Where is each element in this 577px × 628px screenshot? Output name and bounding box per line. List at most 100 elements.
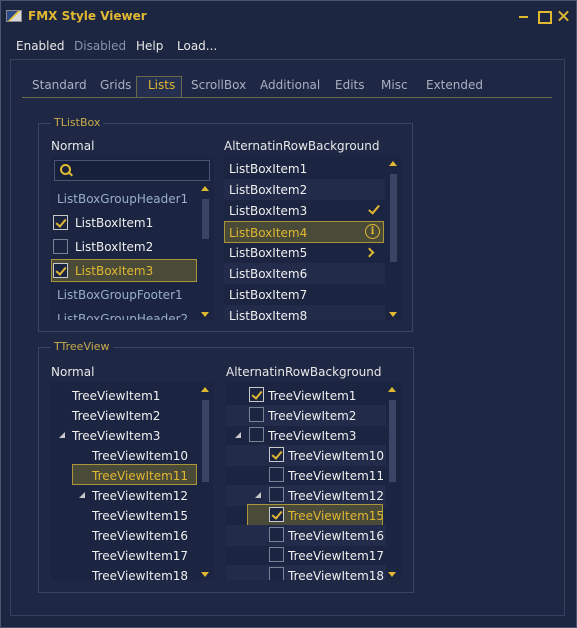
list-item-label: ListBoxItem7 bbox=[229, 288, 308, 302]
title-bar[interactable]: FMX Style Viewer bbox=[1, 1, 576, 33]
tab-scrollbox[interactable]: ScrollBox bbox=[191, 78, 246, 92]
tab-additional[interactable]: Additional bbox=[260, 78, 320, 92]
treeview-alternating[interactable]: TreeViewItem1 TreeViewItem2 TreeViewItem… bbox=[226, 382, 402, 580]
checkbox[interactable] bbox=[53, 263, 68, 278]
menu-enabled[interactable]: Enabled bbox=[16, 39, 65, 53]
tree-item-label: TreeViewItem16 bbox=[288, 529, 385, 543]
search-input[interactable] bbox=[54, 160, 210, 181]
scroll-down-icon[interactable] bbox=[201, 572, 209, 577]
scroll-down-icon[interactable] bbox=[388, 572, 396, 577]
expand-arrow-icon[interactable] bbox=[235, 432, 241, 438]
chevron-right-icon[interactable] bbox=[364, 247, 375, 258]
scroll-thumb[interactable] bbox=[390, 174, 397, 262]
info-icon[interactable]: i bbox=[365, 224, 380, 239]
tree-item[interactable]: TreeViewItem18 bbox=[226, 565, 386, 580]
list-item-label: ListBoxItem2 bbox=[229, 183, 308, 197]
list-item[interactable]: ListBoxItem5 bbox=[224, 242, 385, 263]
menu-disabled[interactable]: Disabled bbox=[74, 39, 126, 53]
tree-item[interactable]: TreeViewItem2 bbox=[51, 405, 199, 426]
checkbox[interactable] bbox=[249, 407, 264, 422]
list-item[interactable]: ListBoxItem8 bbox=[224, 305, 385, 320]
list-item[interactable]: ListBoxGroupHeader1 bbox=[51, 188, 199, 209]
tab-extended[interactable]: Extended bbox=[426, 78, 483, 92]
tree-item[interactable]: TreeViewItem1 bbox=[51, 385, 199, 406]
minimize-icon[interactable] bbox=[517, 9, 531, 23]
checkbox[interactable] bbox=[269, 527, 284, 542]
list-item[interactable]: ListBoxItem2 bbox=[224, 179, 385, 200]
tree-item[interactable]: TreeViewItem1 bbox=[226, 385, 386, 406]
tree-item[interactable]: TreeViewItem16 bbox=[51, 525, 199, 546]
checkbox[interactable] bbox=[269, 547, 284, 562]
list-item[interactable]: ListBoxItem1 bbox=[224, 158, 385, 179]
list-item-label: ListBoxItem5 bbox=[229, 246, 308, 260]
tree-item[interactable]: TreeViewItem10 bbox=[226, 445, 386, 466]
tree-item[interactable]: TreeViewItem17 bbox=[51, 545, 199, 566]
list-item[interactable]: ListBoxGroupHeader2 bbox=[51, 308, 199, 320]
checkbox[interactable] bbox=[53, 215, 68, 230]
list-item[interactable]: ListBoxItem1 bbox=[51, 212, 199, 233]
tree-item[interactable]: TreeViewItem18 bbox=[51, 565, 199, 580]
tab-grids[interactable]: Grids bbox=[100, 78, 131, 92]
scroll-up-icon[interactable] bbox=[388, 387, 396, 392]
scrollbar[interactable] bbox=[387, 158, 400, 320]
checkbox[interactable] bbox=[249, 387, 264, 402]
expand-arrow-icon[interactable] bbox=[79, 492, 85, 498]
list-item[interactable]: ListBoxItem3 bbox=[224, 200, 385, 221]
checkbox[interactable] bbox=[269, 447, 284, 462]
scrollbar[interactable] bbox=[199, 183, 212, 320]
tree-item-label: TreeViewItem1 bbox=[268, 389, 357, 403]
tab-misc[interactable]: Misc bbox=[381, 78, 408, 92]
listbox-alternating[interactable]: ListBoxItem1 ListBoxItem2 ListBoxItem3 L… bbox=[224, 156, 402, 320]
list-item[interactable]: ListBoxItem2 bbox=[51, 236, 199, 257]
scroll-down-icon[interactable] bbox=[201, 312, 209, 317]
scroll-thumb[interactable] bbox=[202, 199, 209, 239]
list-item[interactable]: ListBoxItem7 bbox=[224, 284, 385, 305]
tab-standard[interactable]: Standard bbox=[32, 78, 87, 92]
tree-item[interactable]: TreeViewItem2 bbox=[226, 405, 386, 426]
expand-arrow-icon[interactable] bbox=[59, 432, 65, 438]
list-item-label: ListBoxItem4 bbox=[229, 226, 308, 240]
scroll-up-icon[interactable] bbox=[389, 161, 397, 166]
tree-item[interactable]: TreeViewItem12 bbox=[226, 485, 386, 506]
tree-item[interactable]: TreeViewItem16 bbox=[226, 525, 386, 546]
tree-item-label: TreeViewItem17 bbox=[92, 549, 189, 563]
treeview-alt-label: AlternatinRowBackground bbox=[226, 365, 382, 379]
list-item[interactable]: ListBoxGroupFooter1 bbox=[51, 284, 199, 305]
scroll-thumb[interactable] bbox=[202, 400, 209, 482]
menu-load[interactable]: Load... bbox=[177, 39, 217, 53]
scroll-thumb[interactable] bbox=[389, 400, 396, 482]
tree-item[interactable]: TreeViewItem12 bbox=[51, 485, 199, 506]
scrollbar[interactable] bbox=[386, 384, 399, 580]
list-item[interactable]: ListBoxItem3 bbox=[51, 259, 197, 282]
scroll-up-icon[interactable] bbox=[201, 387, 209, 392]
list-item[interactable]: ListBoxItem6 bbox=[224, 263, 385, 284]
checkbox[interactable] bbox=[53, 239, 68, 254]
checkbox[interactable] bbox=[249, 427, 264, 442]
expand-arrow-icon[interactable] bbox=[255, 492, 261, 498]
tree-item[interactable]: TreeViewItem3 bbox=[226, 425, 386, 446]
checkbox[interactable] bbox=[269, 567, 284, 580]
scrollbar[interactable] bbox=[199, 384, 212, 580]
tree-item[interactable]: TreeViewItem3 bbox=[51, 425, 199, 446]
list-item[interactable]: ListBoxItem4 i bbox=[224, 221, 384, 243]
tree-item[interactable]: TreeViewItem10 bbox=[51, 445, 199, 466]
treeview-normal[interactable]: TreeViewItem1 TreeViewItem2 TreeViewItem… bbox=[51, 382, 214, 580]
tree-item[interactable]: TreeViewItem15 bbox=[247, 504, 384, 526]
scroll-up-icon[interactable] bbox=[201, 186, 209, 191]
tree-item[interactable]: TreeViewItem11 bbox=[72, 464, 197, 485]
tab-edits[interactable]: Edits bbox=[335, 78, 365, 92]
checkbox[interactable] bbox=[269, 487, 284, 502]
tree-item-label: TreeViewItem1 bbox=[72, 389, 161, 403]
checkbox[interactable] bbox=[269, 507, 284, 522]
tree-item[interactable]: TreeViewItem17 bbox=[226, 545, 386, 566]
tree-item[interactable]: TreeViewItem15 bbox=[51, 505, 199, 526]
close-icon[interactable] bbox=[557, 9, 571, 23]
menu-help[interactable]: Help bbox=[136, 39, 163, 53]
tree-item[interactable]: TreeViewItem11 bbox=[226, 465, 386, 486]
checkbox[interactable] bbox=[269, 467, 284, 482]
tree-item-label: TreeViewItem17 bbox=[288, 549, 385, 563]
window-title: FMX Style Viewer bbox=[28, 9, 147, 23]
tab-lists[interactable]: Lists bbox=[148, 78, 175, 92]
scroll-down-icon[interactable] bbox=[389, 312, 397, 317]
maximize-icon[interactable] bbox=[537, 9, 552, 24]
